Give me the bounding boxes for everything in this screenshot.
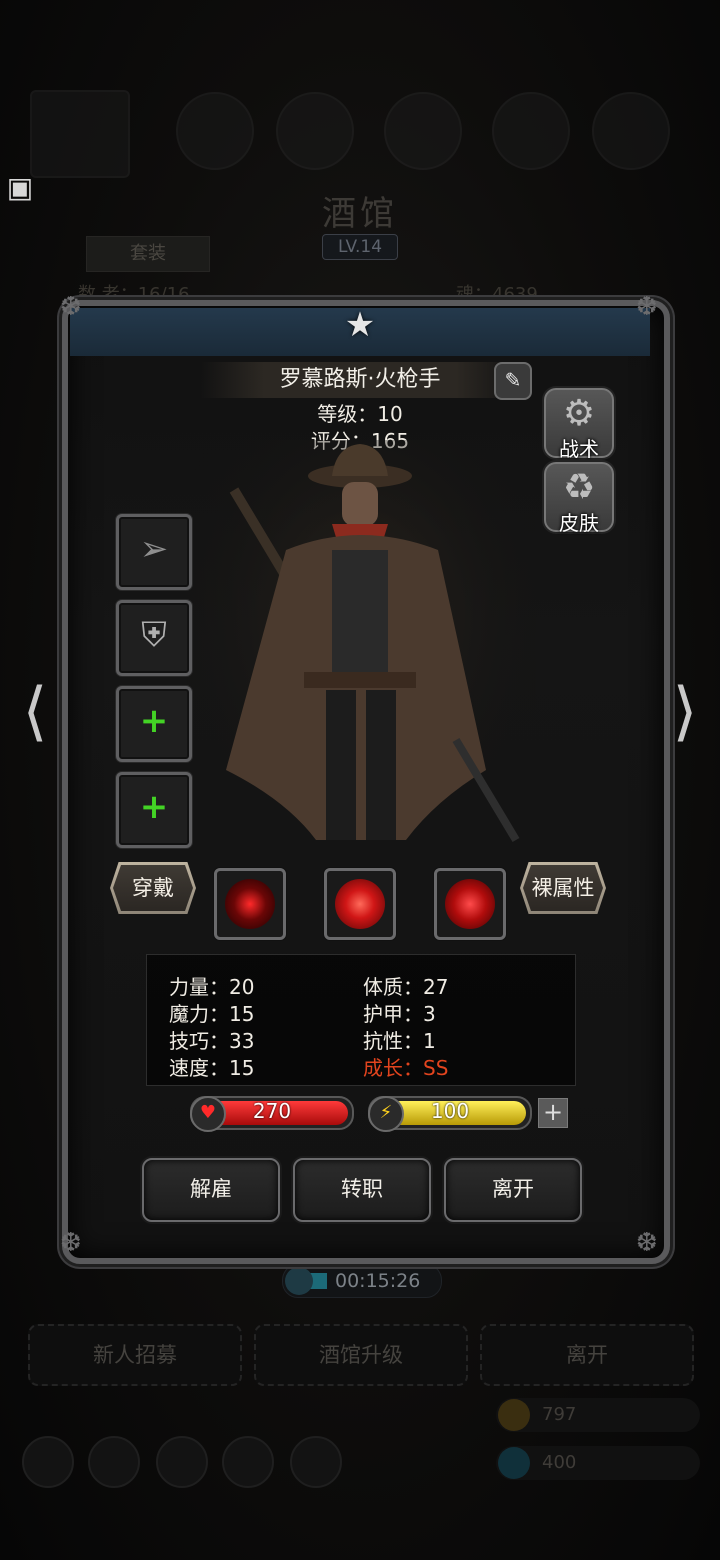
stat-growth: 成长：SS [363,1056,449,1080]
vest [332,550,388,680]
leg [326,690,356,840]
skin-button[interactable]: ♻ 皮肤 [544,462,614,535]
bg-hero-slots [28,90,688,178]
skill-swirl-icon [335,879,385,929]
bg-slot [276,92,354,170]
hero-name: 罗慕路斯·火枪手 [200,362,520,398]
stat-armor: 护甲：3 [363,1002,436,1026]
equip-slot-armor[interactable]: ⛨ [116,600,192,676]
bare-attr-button[interactable]: 裸属性 [520,862,606,914]
bg-slot [384,92,462,170]
skill-crosshair-icon [225,879,275,929]
gem-icon [498,1447,530,1479]
skill-slot-3[interactable] [434,868,506,940]
stat-constitution: 体质：27 [363,975,449,999]
clock-icon [285,1267,313,1295]
stat-strength: 力量：20 [169,975,255,999]
wear-label: 穿戴 [113,865,193,911]
skill-slot-2[interactable] [324,868,396,940]
dismiss-button[interactable]: 解雇 [142,1158,280,1222]
star-icon: ★ [344,305,376,345]
armor-icon: ⛨ [141,615,167,655]
prev-hero-arrow-icon[interactable]: ⟨ [10,676,60,748]
corner-ornament-icon: ❆ [636,292,658,322]
bg-level-badge: LV.14 [322,234,398,260]
hp-bar: ♥ 270 [190,1096,354,1132]
skill-target-icon [445,879,495,929]
next-hero-arrow-icon[interactable]: ⟩ [660,676,710,748]
stats-panel: 力量：20 体质：27 魔力：15 护甲：3 技巧：33 抗性：1 速度：15 … [146,954,576,1086]
bg-menu-icon [88,1436,140,1488]
stat-speed: 速度：15 [169,1056,255,1080]
bg-timer: 00:15:26 [282,1264,442,1298]
gold-coin-icon [498,1399,530,1431]
plus-icon: + [139,701,169,741]
bg-upgrade-button: 酒馆升级 [254,1324,468,1386]
energy-bar: ⚡ 100 [368,1096,532,1132]
bg-gem-resource: 400 [496,1446,700,1480]
bg-tavern-title: 酒馆 [322,194,398,234]
bg-menu-icon [290,1436,342,1488]
face [342,482,378,526]
bg-slot [30,90,130,178]
equip-slot-empty-1[interactable]: + [116,686,192,762]
bg-gold-resource: 797 [496,1398,700,1432]
bg-slot [592,92,670,170]
skin-label: 皮肤 [559,511,599,535]
equip-slot-weapon[interactable]: ➢ [116,514,192,590]
pistol-icon: ➢ [139,529,169,569]
bg-suit-tab: 套装 [86,236,210,272]
leave-button[interactable]: 离开 [444,1158,582,1222]
transfer-class-button[interactable]: 转职 [293,1158,431,1222]
skill-slot-1[interactable] [214,868,286,940]
shirt-icon: ♻ [562,467,596,508]
stat-resist: 抗性：1 [363,1029,436,1053]
hero-portrait [186,440,536,880]
bg-menu-icon [156,1436,208,1488]
bg-leave-button: 离开 [480,1324,694,1386]
tactics-button[interactable]: ⚙ 战术 [544,388,614,461]
bg-gem-value: 400 [542,1452,577,1473]
bg-slot [176,92,254,170]
hp-value: 270 [252,1099,292,1123]
leg [366,690,396,840]
gear-icon: ⚙ [562,393,596,434]
equip-slot-empty-2[interactable]: + [116,772,192,848]
bare-attr-label: 裸属性 [523,865,603,911]
corner-ornament-icon: ❆ [636,1228,658,1258]
corner-ornament-icon: ❆ [60,292,82,322]
bg-gold-value: 797 [542,1404,577,1425]
bg-menu-icon [22,1436,74,1488]
bg-menu-icon [222,1436,274,1488]
add-energy-button[interactable]: + [538,1098,568,1128]
bg-slot [492,92,570,170]
wear-button[interactable]: 穿戴 [110,862,196,914]
stat-magic: 魔力：15 [169,1002,255,1026]
bg-timer-text: 00:15:26 [335,1270,421,1292]
edit-name-button[interactable]: ✎ [494,362,532,400]
stat-skill: 技巧：33 [169,1029,255,1053]
belt [304,672,416,688]
tactics-label: 战术 [559,437,599,461]
plus-icon: + [139,787,169,827]
puzzle-icon[interactable]: ▣ [4,172,36,204]
bg-recruit-button: 新人招募 [28,1324,242,1386]
corner-ornament-icon: ❆ [60,1228,82,1258]
energy-value: 100 [430,1099,470,1123]
